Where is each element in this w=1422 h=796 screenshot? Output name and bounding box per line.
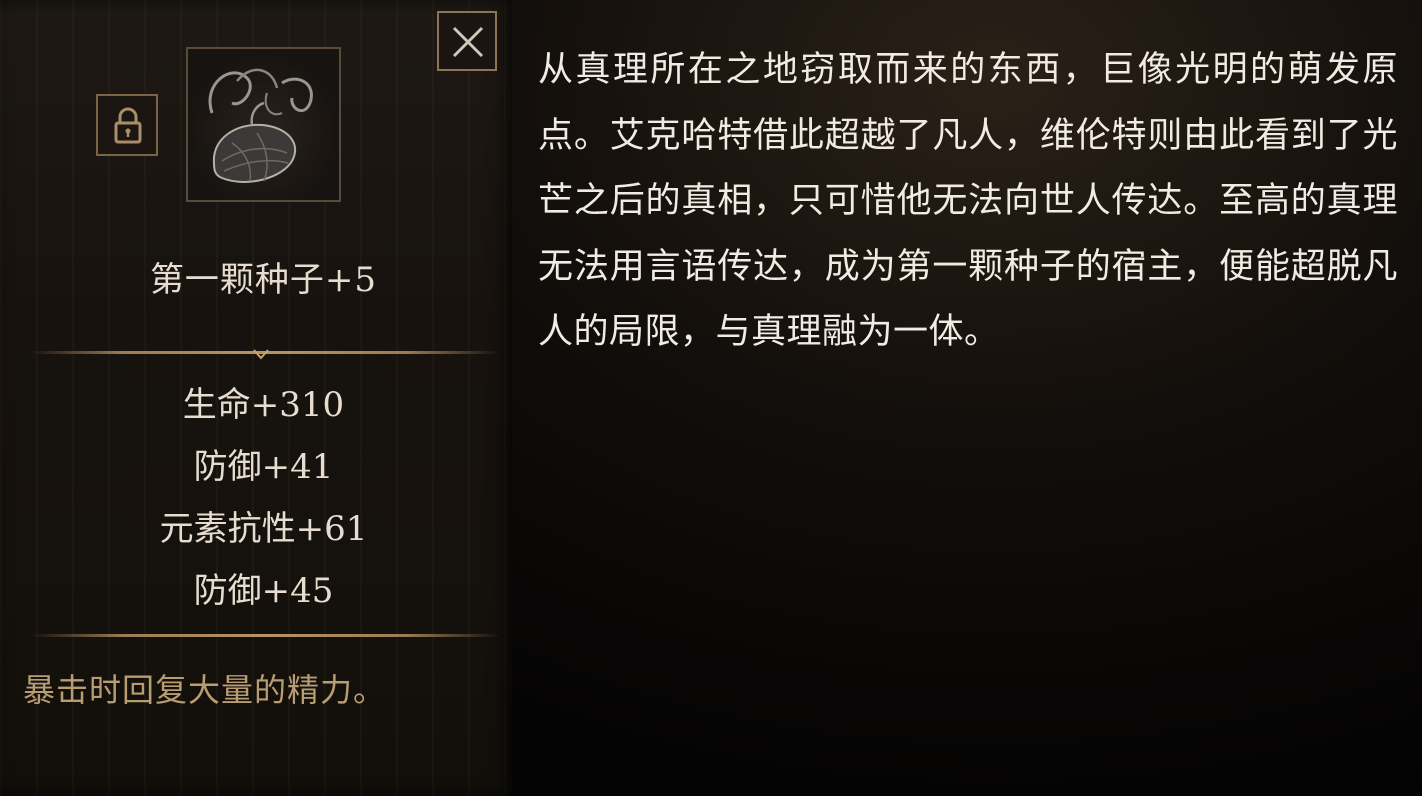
seed-creature-icon [208,68,313,183]
stat-line: 防御+45 [193,571,334,611]
item-icon-slot [186,47,341,202]
divider-ornament-icon [253,349,269,360]
stat-line: 生命+310 [182,385,345,425]
close-button[interactable] [437,11,497,71]
item-effect-text: 暴击时回复大量的精力。 [23,671,387,709]
game-screen: 第一颗种子+5 生命+310 防御+41 元素抗性+61 防御+45 暴击时回复… [0,0,1422,796]
item-stats-list: 生命+310 防御+41 元素抗性+61 防御+45 [0,382,527,630]
close-icon [452,26,484,58]
lock-icon [114,107,142,144]
item-lore-description: 从真理所在之地窃取而来的东西，巨像光明的萌发原点。艾克哈特借此超越了凡人，维伦特… [538,50,1398,352]
stat-line: 元素抗性+61 [159,509,368,549]
lock-toggle-button[interactable] [96,94,158,156]
stats-divider-bottom [30,634,500,637]
stat-line: 防御+41 [193,447,334,487]
item-name: 第一颗种子+5 [149,260,378,300]
item-detail-panel: 第一颗种子+5 生命+310 防御+41 元素抗性+61 防御+45 暴击时回复… [0,0,512,796]
